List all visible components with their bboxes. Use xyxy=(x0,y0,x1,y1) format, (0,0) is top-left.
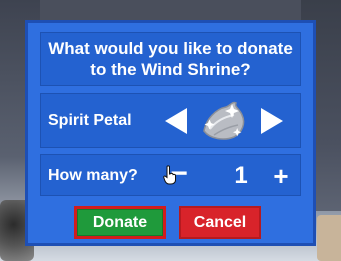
previous-item-arrow-icon[interactable] xyxy=(165,108,187,134)
spirit-petal-icon xyxy=(203,101,245,140)
quantity-value: 1 xyxy=(234,162,248,189)
next-item-arrow-icon[interactable] xyxy=(261,108,283,134)
cancel-button[interactable]: Cancel xyxy=(179,206,261,239)
quantity-selector: How many? − 1 + xyxy=(40,154,301,196)
item-selector: Spirit Petal xyxy=(40,93,301,148)
donate-dialog: What would you like to donate to the Win… xyxy=(25,20,316,246)
hand-cursor-icon xyxy=(163,165,177,185)
dialog-title-box: What would you like to donate to the Win… xyxy=(40,32,301,86)
background-prop-right xyxy=(317,215,341,261)
item-label: Spirit Petal xyxy=(48,112,132,129)
dialog-title: What would you like to donate to the Win… xyxy=(48,39,293,79)
donate-button[interactable]: Donate xyxy=(74,206,166,239)
quantity-label: How many? xyxy=(48,167,138,184)
increase-quantity-button[interactable]: + xyxy=(267,163,295,189)
